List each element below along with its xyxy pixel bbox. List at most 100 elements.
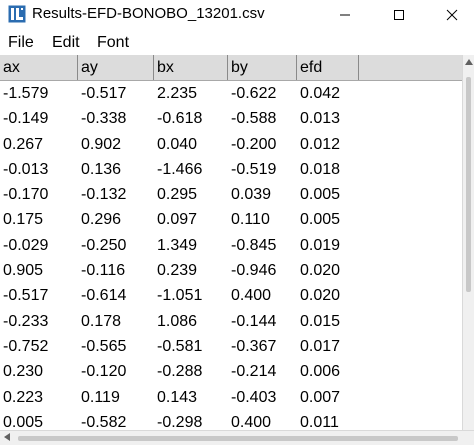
- menu-bar: File Edit Font: [0, 29, 474, 55]
- table-cell-bx: -1.051: [157, 287, 203, 305]
- menu-file[interactable]: File: [8, 34, 34, 52]
- table-cell-efd: 0.006: [300, 363, 341, 381]
- table-cell-ax: -0.752: [3, 337, 49, 355]
- table-header: ax ay bx by efd: [0, 55, 462, 81]
- menu-font[interactable]: Font: [97, 34, 129, 52]
- table-cell-ax: -1.579: [3, 85, 49, 102]
- table-cell-efd: 0.013: [300, 110, 341, 128]
- table-cell-bx: 0.239: [157, 262, 198, 280]
- column-header-efd[interactable]: efd: [297, 55, 359, 80]
- table-cell-by: -0.588: [231, 110, 277, 128]
- chevron-up-icon[interactable]: [465, 59, 473, 65]
- table-cell-ay: -0.338: [81, 110, 127, 128]
- table-cell-ax: -0.029: [3, 236, 49, 254]
- table-cell-bx: 2.235: [157, 85, 198, 102]
- table-cell-efd: 0.017: [300, 337, 341, 355]
- column-header-bx[interactable]: bx: [154, 55, 228, 80]
- table-cell-efd: 0.011: [300, 413, 339, 430]
- table-cell-ay: 0.902: [81, 135, 122, 153]
- maximize-button[interactable]: [376, 0, 422, 29]
- table-row[interactable]: -0.517 -0.614 -1.051 0.400 0.020: [0, 283, 462, 308]
- table-cell-ay: -0.132: [81, 186, 127, 204]
- table-cell-efd: 0.020: [300, 262, 341, 280]
- table-cell-bx: -0.618: [157, 110, 203, 128]
- table-cell-ax: -0.170: [3, 186, 49, 204]
- title-bar: Results-EFD-BONOBO_13201.csv: [0, 0, 474, 29]
- table-cell-ay: -0.120: [81, 363, 127, 381]
- table-cell-ax: 0.223: [3, 388, 44, 406]
- table-row[interactable]: 0.223 0.119 0.143 -0.403 0.007: [0, 385, 462, 410]
- column-header-ax[interactable]: ax: [0, 55, 78, 80]
- table-cell-ax: 0.175: [3, 211, 44, 229]
- table-cell-bx: 0.097: [157, 211, 198, 229]
- table-cell-by: 0.110: [231, 211, 270, 229]
- table-cell-efd: 0.015: [300, 312, 341, 330]
- table-cell-by: -0.144: [231, 312, 277, 330]
- table-cell-efd: 0.018: [300, 160, 341, 178]
- maximize-icon: [394, 9, 404, 20]
- table-row[interactable]: 0.005 -0.582 -0.298 0.400 0.011: [0, 410, 462, 430]
- table-cell-ax: -0.233: [3, 312, 49, 330]
- table-cell-bx: 0.295: [157, 186, 198, 204]
- imagej-window-icon: [8, 5, 26, 23]
- table-cell-ay: -0.250: [81, 236, 127, 254]
- horizontal-scrollbar[interactable]: [0, 430, 474, 445]
- table-cell-by: -0.946: [231, 262, 277, 280]
- table-cell-by: -0.200: [231, 135, 277, 153]
- table-cell-ax: -0.149: [3, 110, 49, 128]
- table-cell-by: -0.519: [231, 160, 277, 178]
- table-cell-bx: 0.143: [157, 388, 198, 406]
- table-row[interactable]: -0.233 0.178 1.086 -0.144 0.015: [0, 309, 462, 334]
- table-row[interactable]: 0.905 -0.116 0.239 -0.946 0.020: [0, 258, 462, 283]
- table-cell-ax: 0.267: [3, 135, 44, 153]
- table-cell-bx: -0.298: [157, 413, 203, 430]
- table-cell-efd: 0.020: [300, 287, 341, 305]
- table-cell-ax: 0.005: [3, 413, 44, 430]
- results-table[interactable]: ax ay bx by efd -1.579 -0.517 2.235 -0.622 0…: [0, 55, 462, 430]
- table-cell-ay: 0.296: [81, 211, 122, 229]
- minimize-icon: [340, 14, 350, 15]
- table-row[interactable]: -0.029 -0.250 1.349 -0.845 0.019: [0, 233, 462, 258]
- table-cell-bx: -0.288: [157, 363, 203, 381]
- table-row[interactable]: 0.267 0.902 0.040 -0.200 0.012: [0, 132, 462, 157]
- vertical-scrollbar[interactable]: [462, 55, 474, 430]
- table-cell-by: -0.403: [231, 388, 277, 406]
- chevron-left-icon[interactable]: [4, 433, 10, 441]
- table-cell-efd: 0.019: [300, 236, 341, 254]
- table-cell-ax: -0.013: [3, 160, 49, 178]
- table-row[interactable]: -0.013 0.136 -1.466 -0.519 0.018: [0, 157, 462, 182]
- table-cell-by: -0.845: [231, 236, 277, 254]
- table-cell-ax: -0.517: [3, 287, 49, 305]
- column-header-by[interactable]: by: [228, 55, 297, 80]
- table-cell-by: 0.400: [231, 413, 272, 430]
- table-row[interactable]: 0.175 0.296 0.097 0.110 0.005: [0, 207, 462, 232]
- table-cell-bx: 0.040: [157, 135, 198, 153]
- minimize-button[interactable]: [322, 0, 368, 29]
- table-cell-ay: -0.517: [81, 85, 127, 102]
- menu-edit[interactable]: Edit: [52, 34, 80, 52]
- table-cell-ay: -0.565: [81, 337, 127, 355]
- table-row[interactable]: -0.752 -0.565 -0.581 -0.367 0.017: [0, 334, 462, 359]
- table-cell-ay: 0.178: [81, 312, 122, 330]
- table-cell-bx: -0.581: [157, 337, 203, 355]
- table-cell-bx: 1.349: [157, 236, 198, 254]
- table-row[interactable]: -1.579 -0.517 2.235 -0.622 0.042: [0, 81, 462, 106]
- table-cell-by: -0.214: [231, 363, 277, 381]
- window-title: Results-EFD-BONOBO_13201.csv: [32, 5, 265, 22]
- table-row[interactable]: -0.149 -0.338 -0.618 -0.588 0.013: [0, 106, 462, 131]
- horizontal-scroll-thumb[interactable]: [18, 436, 458, 441]
- table-cell-ax: 0.905: [3, 262, 44, 280]
- table-cell-bx: 1.086: [157, 312, 198, 330]
- table-cell-ax: 0.230: [3, 363, 44, 381]
- table-cell-ay: 0.119: [81, 388, 120, 406]
- table-cell-efd: 0.005: [300, 211, 341, 229]
- close-button[interactable]: [430, 0, 474, 29]
- table-cell-efd: 0.042: [300, 85, 341, 102]
- table-cell-ay: 0.136: [81, 160, 122, 178]
- table-cell-by: -0.622: [231, 85, 277, 102]
- column-header-ay[interactable]: ay: [78, 55, 154, 80]
- table-cell-by: 0.400: [231, 287, 272, 305]
- table-row[interactable]: 0.230 -0.120 -0.288 -0.214 0.006: [0, 359, 462, 384]
- table-row[interactable]: -0.170 -0.132 0.295 0.039 0.005: [0, 182, 462, 207]
- vertical-scroll-thumb[interactable]: [466, 77, 471, 292]
